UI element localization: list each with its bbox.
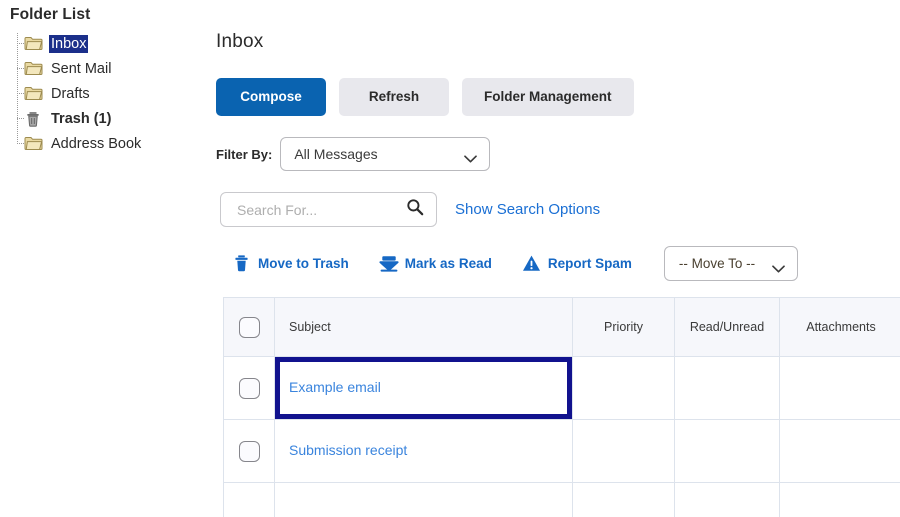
row-priority-cell xyxy=(572,419,675,483)
row-attachments-cell xyxy=(779,356,900,420)
warning-triangle-icon xyxy=(522,254,541,273)
email-subject-link[interactable]: Submission receipt xyxy=(289,442,407,458)
row-read-unread-cell xyxy=(674,356,780,420)
trash-icon xyxy=(24,111,43,127)
page-title: Inbox xyxy=(216,31,264,52)
table-row: Example email xyxy=(223,356,900,420)
row-subject-cell[interactable]: Example email xyxy=(274,356,573,420)
row-select-cell xyxy=(223,419,275,483)
row-checkbox[interactable] xyxy=(238,440,260,462)
tree-elbow-line xyxy=(17,143,24,144)
report-spam-action[interactable]: Report Spam xyxy=(522,254,632,273)
move-to-select[interactable]: -- Move To -- xyxy=(663,246,798,281)
row-select-cell xyxy=(223,356,275,420)
row-select-cell xyxy=(223,482,275,517)
compose-button[interactable]: Compose xyxy=(216,78,326,116)
table-body: Example email Submission receipt xyxy=(223,356,900,517)
row-subject-cell[interactable]: Submission receipt xyxy=(274,419,573,483)
trash-icon xyxy=(232,254,251,273)
folder-tree: Inbox Sent Mail Drafts Trash (1) Address… xyxy=(0,31,185,156)
column-header-read-unread[interactable]: Read/Unread xyxy=(674,297,780,357)
row-priority-cell xyxy=(572,482,675,517)
chevron-down-icon xyxy=(771,260,785,273)
row-read-unread-cell xyxy=(674,419,780,483)
sidebar-item-label: Drafts xyxy=(51,85,90,102)
folder-icon xyxy=(24,61,43,76)
table-header-row: Subject Priority Read/Unread Attachments xyxy=(223,297,900,357)
row-read-unread-cell xyxy=(674,482,780,517)
row-attachments-cell xyxy=(779,419,900,483)
folder-icon xyxy=(24,86,43,101)
column-header-subject[interactable]: Subject xyxy=(274,297,573,357)
filter-by-label: Filter By: xyxy=(216,146,273,162)
folder-icon xyxy=(24,136,43,151)
sidebar-item-sent-mail[interactable]: Sent Mail xyxy=(14,56,185,81)
row-subject-cell[interactable] xyxy=(274,482,573,517)
select-all-header xyxy=(223,297,275,357)
mail-list-table: Subject Priority Read/Unread Attachments… xyxy=(223,297,900,517)
filter-row: Filter By: All Messages xyxy=(216,137,900,171)
email-subject-link[interactable]: Example email xyxy=(289,379,381,395)
inbox-content-pane: Inbox Compose Refresh Folder Management … xyxy=(185,0,900,517)
sidebar-item-drafts[interactable]: Drafts xyxy=(14,81,185,106)
tree-elbow-line xyxy=(17,93,24,94)
sidebar-item-label: Trash (1) xyxy=(51,110,112,127)
select-all-checkbox[interactable] xyxy=(238,316,260,338)
refresh-button[interactable]: Refresh xyxy=(339,78,449,116)
tree-elbow-line xyxy=(17,68,24,69)
action-label: Move to Trash xyxy=(258,256,349,271)
envelope-icon xyxy=(379,254,399,273)
search-input[interactable] xyxy=(235,200,394,219)
folder-management-button[interactable]: Folder Management xyxy=(462,78,634,116)
row-checkbox[interactable] xyxy=(238,377,260,399)
move-to-trash-action[interactable]: Move to Trash xyxy=(232,254,349,273)
mark-as-read-action[interactable]: Mark as Read xyxy=(379,254,492,273)
action-label: Mark as Read xyxy=(404,256,492,271)
search-box[interactable] xyxy=(220,192,437,227)
filter-select[interactable]: All Messages xyxy=(280,137,491,171)
row-priority-cell xyxy=(572,356,675,420)
sidebar-item-label: Inbox xyxy=(49,34,89,53)
sidebar-item-label: Address Book xyxy=(51,135,142,152)
show-search-options-link[interactable]: Show Search Options xyxy=(455,201,600,218)
chevron-down-icon xyxy=(464,150,478,163)
sidebar-item-address-book[interactable]: Address Book xyxy=(14,131,185,156)
column-header-attachments[interactable]: Attachments xyxy=(779,297,900,357)
table-row xyxy=(223,482,900,517)
filter-selected-value: All Messages xyxy=(294,146,378,162)
tree-elbow-line xyxy=(17,43,24,44)
folder-pane: Folder List Inbox Sent Mail Drafts Trash… xyxy=(0,0,185,517)
column-header-priority[interactable]: Priority xyxy=(572,297,675,357)
sidebar-item-inbox[interactable]: Inbox xyxy=(14,31,185,56)
move-to-selected-value: -- Move To -- xyxy=(678,256,756,271)
mail-client-window: Folder List Inbox Sent Mail Drafts Trash… xyxy=(0,0,900,517)
search-row: Show Search Options xyxy=(220,192,900,227)
folder-icon xyxy=(24,36,43,51)
row-attachments-cell xyxy=(779,482,900,517)
folder-list-heading: Folder List xyxy=(10,6,91,23)
action-label: Report Spam xyxy=(547,256,632,271)
table-row: Submission receipt xyxy=(223,419,900,483)
tree-elbow-line xyxy=(17,118,24,119)
sidebar-item-label: Sent Mail xyxy=(51,60,112,77)
mail-action-toolbar: Move to Trash Mark as Read Report Spam -… xyxy=(232,246,900,281)
table-header: Subject Priority Read/Unread Attachments xyxy=(223,297,900,357)
search-icon[interactable] xyxy=(406,198,424,221)
action-button-row: Compose Refresh Folder Management xyxy=(216,78,900,116)
sidebar-item-trash[interactable]: Trash (1) xyxy=(14,106,185,131)
